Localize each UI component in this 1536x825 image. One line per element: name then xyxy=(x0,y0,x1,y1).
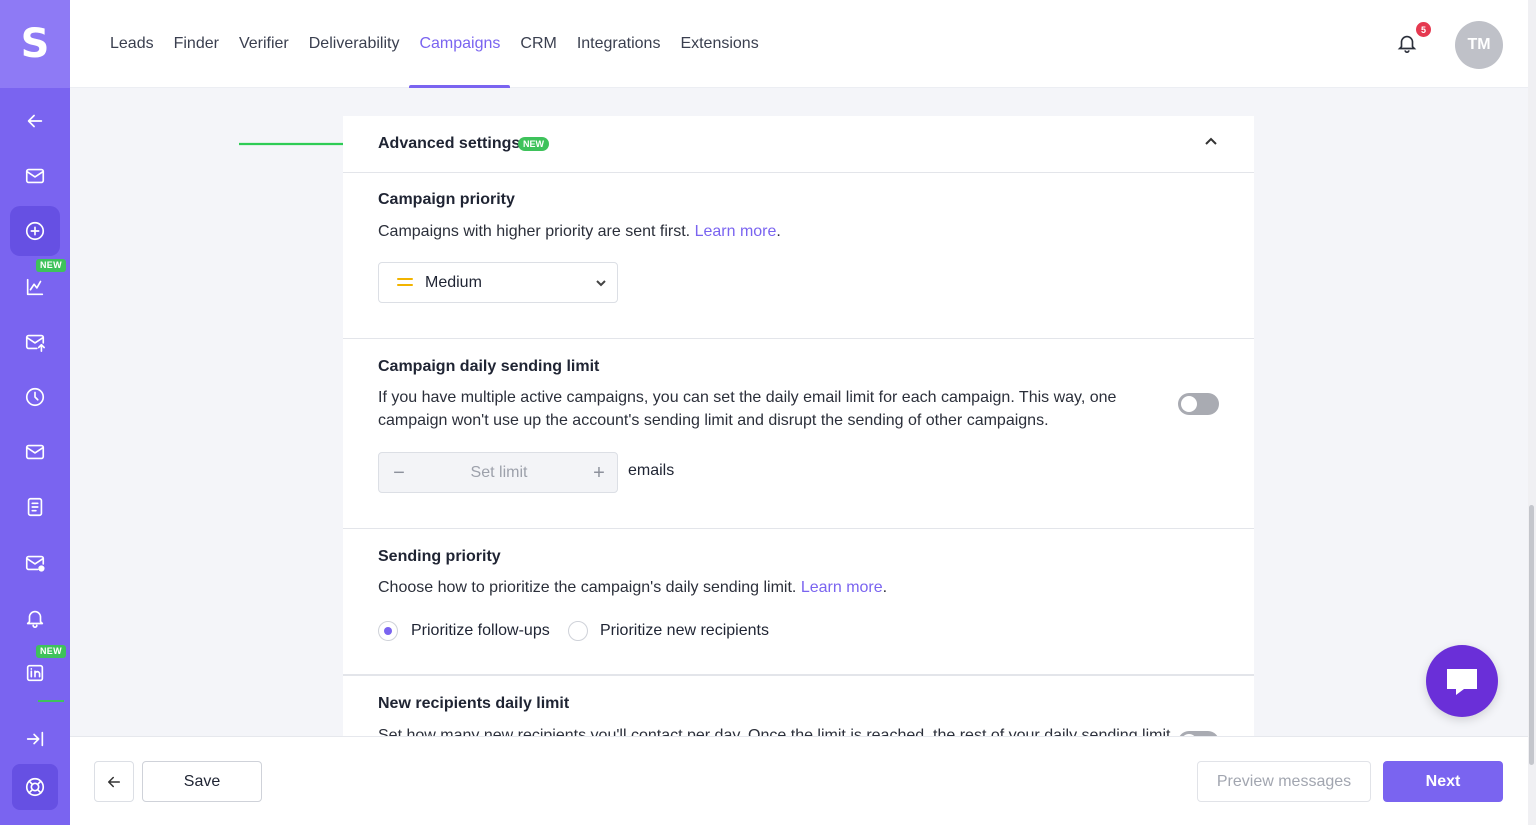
description-punctuation: . xyxy=(882,579,888,596)
plus-circle-icon xyxy=(25,221,45,241)
save-button[interactable]: Save xyxy=(142,761,262,802)
sidebar: S NEW NEW xyxy=(0,0,70,825)
nav-finder[interactable]: Finder xyxy=(164,0,229,88)
top-navigation: Leads Finder Verifier Deliverability Cam… xyxy=(70,0,1528,88)
radio-prioritize-follow-ups[interactable] xyxy=(378,621,398,641)
daily-limit-stepper: − Set limit + xyxy=(378,452,618,493)
document-icon xyxy=(27,497,43,517)
chevron-up-icon xyxy=(1205,137,1217,145)
back-button[interactable] xyxy=(94,761,134,802)
bell-icon xyxy=(26,610,44,628)
limit-input[interactable]: Set limit xyxy=(434,464,564,482)
sidebar-help-button[interactable] xyxy=(12,764,58,810)
nav-deliverability[interactable]: Deliverability xyxy=(299,0,410,88)
description-text: Campaigns with higher priority are sent … xyxy=(378,223,695,240)
sidebar-item-templates[interactable] xyxy=(10,482,60,532)
sidebar-item-mailbox[interactable] xyxy=(10,427,60,477)
bottom-action-bar: Save Preview messages Next xyxy=(70,736,1528,825)
sidebar-item-inbox[interactable] xyxy=(10,151,60,201)
radio-label[interactable]: Prioritize new recipients xyxy=(600,621,769,641)
nav-crm[interactable]: CRM xyxy=(510,0,566,88)
section-description: Choose how to prioritize the campaign's … xyxy=(378,576,887,599)
section-description: Set how many new recipients you'll conta… xyxy=(378,727,1171,736)
collapse-right-icon xyxy=(26,731,44,747)
campaign-priority-select[interactable]: Medium xyxy=(378,262,618,303)
nav-campaigns[interactable]: Campaigns xyxy=(409,0,511,88)
sidebar-item-analytics[interactable] xyxy=(10,262,60,312)
arrow-left-icon xyxy=(27,114,43,128)
advanced-settings-title: Advanced settings xyxy=(378,135,521,152)
main-nav: Leads Finder Verifier Deliverability Cam… xyxy=(100,0,769,88)
mail-icon xyxy=(25,444,45,460)
section-title: Sending priority xyxy=(378,548,501,565)
section-description: Campaigns with higher priority are sent … xyxy=(378,220,781,243)
mail-dot-icon xyxy=(25,555,45,572)
notification-count-badge: 5 xyxy=(1416,22,1431,37)
description-punctuation: . xyxy=(776,223,781,240)
arrow-left-icon xyxy=(108,776,120,787)
mail-icon xyxy=(25,168,45,184)
sidebar-item-new-campaign[interactable] xyxy=(10,206,60,256)
description-text: Choose how to prioritize the campaign's … xyxy=(378,579,801,596)
sidebar-item-scheduled[interactable] xyxy=(10,372,60,422)
chat-button[interactable] xyxy=(1426,645,1498,717)
scrollbar-thumb[interactable] xyxy=(1529,505,1534,765)
sidebar-item-email-accounts[interactable] xyxy=(10,538,60,588)
next-button[interactable]: Next xyxy=(1383,761,1503,802)
section-title: New recipients daily limit xyxy=(378,695,570,712)
priority-medium-icon xyxy=(397,278,413,288)
section-title: Campaign priority xyxy=(378,191,515,208)
decrement-button[interactable]: − xyxy=(389,461,409,485)
chat-icon xyxy=(1447,669,1477,695)
collapse-section-button[interactable] xyxy=(1203,134,1219,150)
sidebar-item-notifications[interactable] xyxy=(10,593,60,643)
sidebar-item-linkedin[interactable] xyxy=(10,648,60,698)
daily-limit-toggle[interactable] xyxy=(1178,393,1219,415)
nav-leads[interactable]: Leads xyxy=(100,0,164,88)
advanced-settings-header[interactable]: Advanced settings NEW xyxy=(343,116,1254,173)
nav-extensions[interactable]: Extensions xyxy=(670,0,768,88)
notifications-button[interactable] xyxy=(1396,32,1420,56)
app-logo[interactable]: S xyxy=(0,0,70,88)
chart-icon xyxy=(26,278,44,296)
user-avatar[interactable]: TM xyxy=(1455,21,1503,69)
new-recipients-limit-section: New recipients daily limit Set how many … xyxy=(343,675,1254,736)
lifebuoy-icon xyxy=(25,777,45,797)
nav-integrations[interactable]: Integrations xyxy=(567,0,671,88)
radio-prioritize-new-recipients[interactable] xyxy=(568,621,588,641)
bell-icon xyxy=(1397,35,1417,53)
section-description-line-1: If you have multiple active campaigns, y… xyxy=(378,389,1117,406)
campaign-priority-section: Campaign priority Campaigns with higher … xyxy=(343,173,1254,339)
preview-messages-button[interactable]: Preview messages xyxy=(1197,761,1371,802)
select-value: Medium xyxy=(425,274,482,291)
daily-sending-limit-section: Campaign daily sending limit If you have… xyxy=(343,339,1254,529)
chevron-down-icon xyxy=(594,276,608,290)
sidebar-item-outbox[interactable] xyxy=(10,317,60,367)
clock-icon xyxy=(25,387,45,407)
nav-verifier[interactable]: Verifier xyxy=(229,0,299,88)
section-title: Campaign daily sending limit xyxy=(378,358,600,375)
advanced-settings-card: Advanced settings NEW Campaign priority … xyxy=(343,116,1254,736)
sidebar-divider xyxy=(38,700,64,702)
sidebar-expand-button[interactable] xyxy=(10,714,60,764)
sending-priority-section: Sending priority Choose how to prioritiz… xyxy=(343,529,1254,675)
mail-send-icon xyxy=(25,334,45,352)
learn-more-link[interactable]: Learn more xyxy=(801,579,883,596)
sidebar-back-button[interactable] xyxy=(10,96,60,146)
increment-button[interactable]: + xyxy=(589,461,609,485)
linkedin-icon xyxy=(26,664,44,682)
learn-more-link[interactable]: Learn more xyxy=(695,223,777,240)
limit-unit-label: emails xyxy=(628,462,675,479)
new-badge: NEW xyxy=(518,137,549,151)
section-description-line-2: campaign won't use up the account's send… xyxy=(378,412,1049,429)
radio-label[interactable]: Prioritize follow-ups xyxy=(411,621,550,641)
